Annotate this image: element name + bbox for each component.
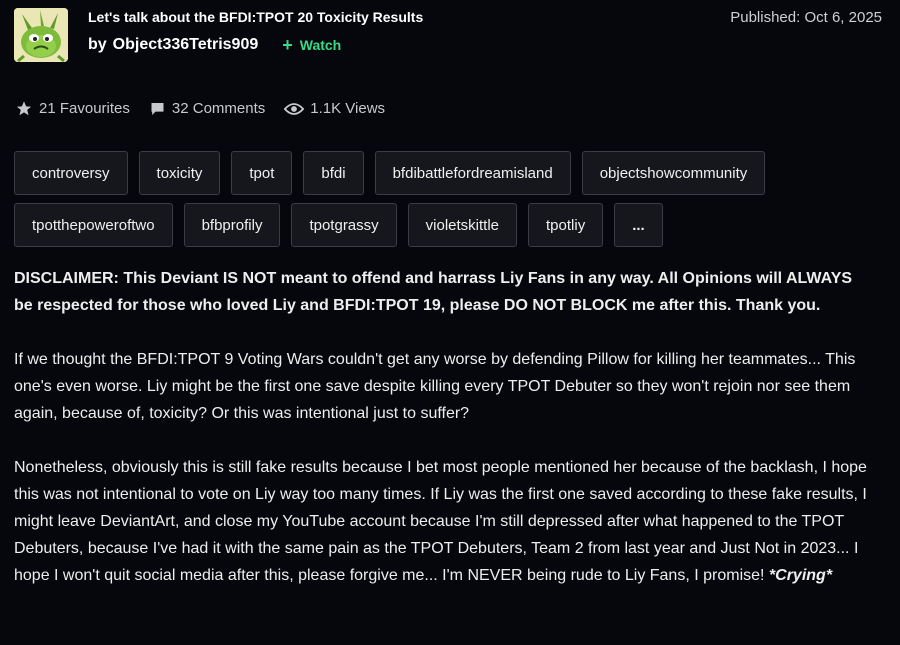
tag-list: controversy toxicity tpot bfdi bfdibattl… (14, 151, 834, 247)
views-stat: 1.1K Views (284, 100, 385, 117)
views-count: 1.1K Views (310, 100, 386, 117)
author-avatar[interactable] (14, 8, 68, 62)
crying-text: *Crying* (768, 567, 833, 584)
comments-stat[interactable]: 32 Comments (149, 100, 265, 117)
favourites-count: 21 Favourites (39, 100, 130, 117)
comments-count: 32 Comments (171, 100, 266, 117)
paragraph-1: If we thought the BFDI:TPOT 9 Voting War… (14, 351, 856, 422)
watch-button[interactable]: + Watch (282, 35, 342, 55)
tag-tpot[interactable]: tpot (231, 151, 293, 195)
paragraph-2: Nonetheless, obviously this is still fak… (14, 454, 874, 589)
deviation-description: DISCLAIMER: This Deviant IS NOT meant to… (14, 265, 874, 616)
tag-bfdibattlefordreamisland[interactable]: bfdibattlefordreamisland (374, 151, 571, 195)
byline: by Object336Tetris909 + Watch (88, 36, 341, 54)
more-tags-button[interactable]: ... (614, 203, 663, 247)
comment-icon (151, 102, 164, 115)
tag-toxicity[interactable]: toxicity (138, 151, 221, 195)
star-icon (16, 101, 32, 116)
watch-label: Watch (299, 37, 342, 53)
author-name-link[interactable]: Object336Tetris909 (113, 36, 259, 54)
tag-tpotgrassy[interactable]: tpotgrassy (291, 203, 397, 247)
by-label: by (88, 36, 107, 53)
eye-icon (284, 102, 305, 115)
plus-icon: + (282, 35, 293, 55)
tag-bfbprofily[interactable]: bfbprofily (183, 203, 281, 247)
published-date: Published: Oct 6, 2025 (730, 9, 882, 26)
paragraph-2-text: Nonetheless, obviously this is still fak… (14, 459, 867, 584)
tag-bfdi[interactable]: bfdi (303, 151, 364, 195)
stats-bar: 21 Favourites 32 Comments 1.1K Views (15, 100, 404, 117)
disclaimer-text: DISCLAIMER: This Deviant IS NOT meant to… (14, 270, 853, 314)
tag-controversy[interactable]: controversy (14, 151, 128, 195)
deviation-title: Let's talk about the BFDI:TPOT 20 Toxici… (88, 9, 424, 25)
tag-tpotliy[interactable]: tpotliy (528, 203, 604, 247)
tag-tpotthepoweroftwo[interactable]: tpotthepoweroftwo (14, 203, 173, 247)
favourites-stat[interactable]: 21 Favourites (15, 100, 130, 117)
tag-objectshowcommunity[interactable]: objectshowcommunity (581, 151, 766, 195)
tag-violetskittle[interactable]: violetskittle (407, 203, 518, 247)
